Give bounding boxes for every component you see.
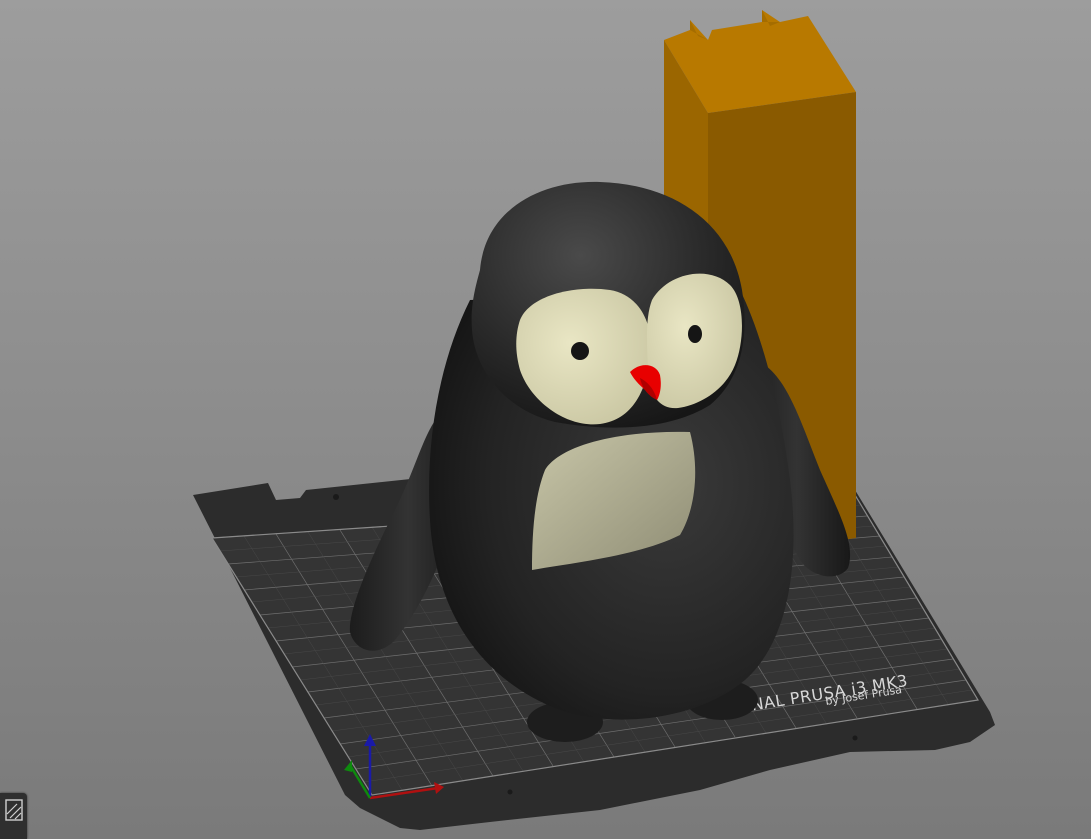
3d-viewport[interactable]: ORIGINAL PRUSA i3 MK3 by Josef Prusa bbox=[0, 0, 1091, 839]
right-eye bbox=[688, 325, 702, 343]
left-eye bbox=[571, 342, 589, 360]
scene-canvas[interactable]: ORIGINAL PRUSA i3 MK3 by Josef Prusa bbox=[0, 0, 1091, 839]
layers-icon bbox=[4, 799, 23, 821]
layers-button[interactable] bbox=[0, 793, 27, 839]
